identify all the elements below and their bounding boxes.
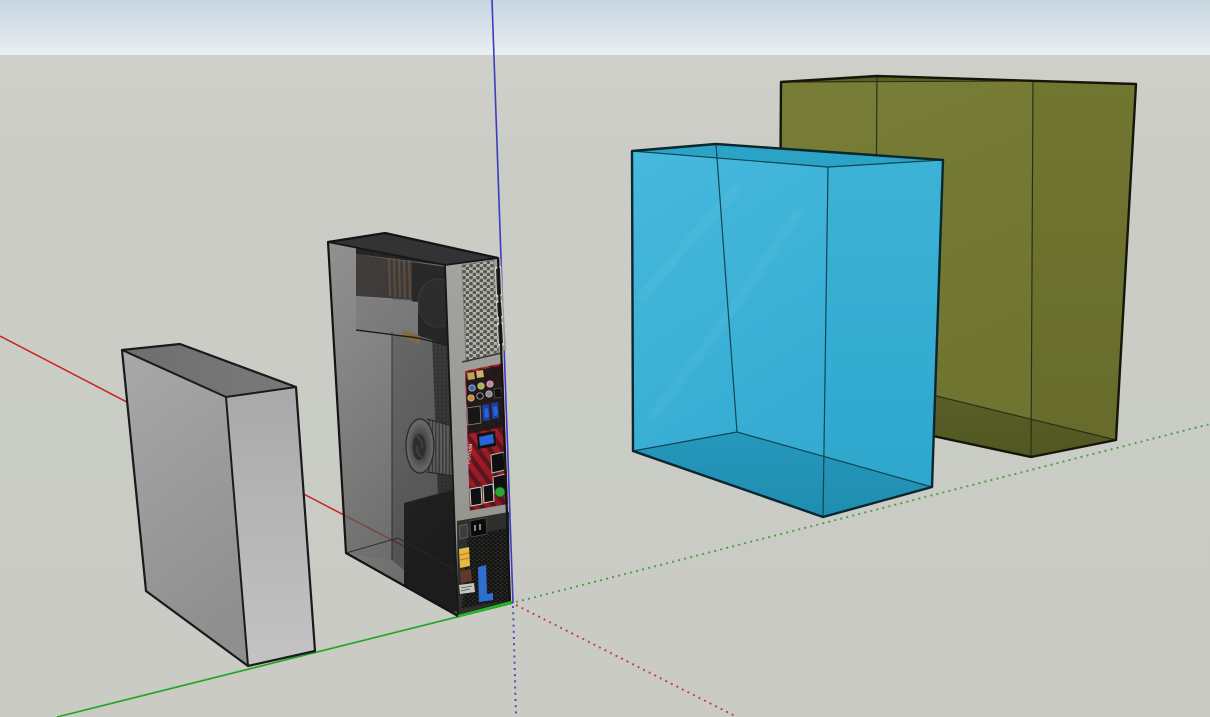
psu-power-inlet xyxy=(470,518,487,537)
ps2-port xyxy=(495,487,505,497)
backplate-hex-vents xyxy=(462,260,499,362)
psu-power-switch xyxy=(459,524,468,539)
sky xyxy=(0,0,1210,56)
hdmi-port-1 xyxy=(491,452,505,473)
usb3-port-mid xyxy=(477,431,496,449)
viewport-3d: Formula xyxy=(0,0,1210,717)
pc-case[interactable]: Formula xyxy=(328,233,511,616)
optical-port xyxy=(494,388,502,398)
psu-sticker-brown xyxy=(460,569,472,583)
ethernet-port xyxy=(467,406,481,425)
cyan-box[interactable] xyxy=(632,144,943,517)
psu-rear-panel[interactable] xyxy=(457,511,510,615)
